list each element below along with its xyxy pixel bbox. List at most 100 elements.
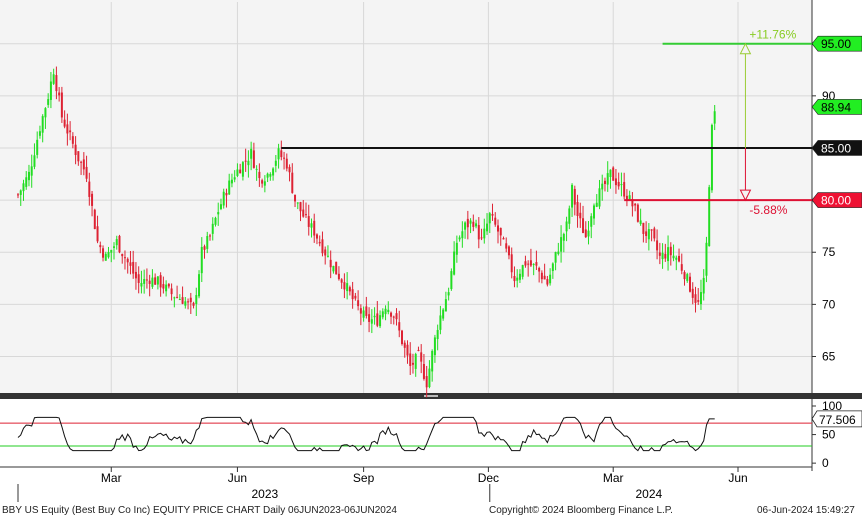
candle-body bbox=[165, 284, 168, 292]
y-tick-label: 75 bbox=[822, 245, 836, 259]
candle-body bbox=[667, 247, 670, 262]
price-panel-bg bbox=[0, 0, 812, 393]
candle-body bbox=[691, 288, 694, 298]
candle-body bbox=[453, 251, 456, 275]
x-year-label: 2024 bbox=[636, 487, 663, 501]
candle-body bbox=[189, 297, 192, 303]
candle-body bbox=[387, 309, 390, 313]
candle-body bbox=[225, 193, 228, 196]
candle-body bbox=[22, 183, 25, 192]
level-95-label: 95.00 bbox=[821, 37, 851, 51]
x-month-label: Jun bbox=[228, 471, 247, 485]
candle-body bbox=[206, 236, 209, 249]
candle-body bbox=[17, 194, 19, 196]
candle-body bbox=[653, 228, 656, 239]
candle-body bbox=[321, 239, 324, 254]
candle-body bbox=[211, 223, 214, 234]
candle-body bbox=[77, 151, 80, 162]
candle-body bbox=[192, 302, 195, 306]
candle-body bbox=[49, 81, 52, 100]
candle-body bbox=[228, 180, 231, 195]
x-month-label: Sep bbox=[353, 471, 375, 485]
candle-body bbox=[502, 238, 505, 240]
candle bbox=[450, 268, 453, 291]
candle-body bbox=[540, 272, 543, 280]
candle-body bbox=[612, 167, 615, 181]
candle-body bbox=[343, 282, 346, 290]
candle-body bbox=[565, 221, 568, 232]
candle-body bbox=[55, 75, 58, 92]
candle-body bbox=[442, 309, 445, 319]
candle-body bbox=[664, 253, 667, 259]
candle-body bbox=[121, 253, 124, 257]
candle-body bbox=[354, 295, 357, 299]
candle-body bbox=[159, 275, 162, 288]
candle-body bbox=[91, 193, 94, 206]
candle-body bbox=[617, 181, 620, 187]
candle-body bbox=[134, 271, 137, 279]
candle bbox=[93, 208, 96, 230]
candle-body bbox=[318, 241, 321, 244]
candle-body bbox=[200, 246, 203, 274]
candle-body bbox=[307, 216, 310, 227]
separator-handle bbox=[424, 395, 438, 397]
candle-body bbox=[543, 275, 546, 280]
candle-body bbox=[568, 208, 571, 224]
candle-body bbox=[582, 218, 585, 234]
candle-body bbox=[299, 202, 302, 212]
candle-body bbox=[340, 279, 343, 283]
candle-body bbox=[310, 223, 313, 228]
candle-body bbox=[669, 246, 672, 256]
candle-body bbox=[488, 213, 491, 224]
x-month-label: Dec bbox=[478, 471, 499, 485]
level-80-label: 80.00 bbox=[821, 194, 851, 208]
rsi-last-label: 77.506 bbox=[819, 413, 856, 427]
candle-body bbox=[483, 228, 486, 239]
candle bbox=[705, 236, 708, 283]
candle-body bbox=[422, 364, 425, 379]
candle-body bbox=[272, 168, 275, 176]
candle-body bbox=[263, 181, 266, 186]
candle-body bbox=[351, 289, 354, 300]
candle-body bbox=[636, 204, 639, 222]
candle-body bbox=[417, 349, 420, 351]
price-chart: 6570758085909595.0088.9485.0080.00+11.76… bbox=[0, 0, 862, 502]
candle-body bbox=[102, 248, 105, 258]
candle-body bbox=[283, 157, 286, 159]
candle-body bbox=[335, 261, 338, 275]
candle-body bbox=[642, 222, 645, 234]
candle-body bbox=[176, 296, 179, 298]
x-month-label: Mar bbox=[101, 471, 122, 485]
candle-body bbox=[123, 257, 126, 259]
candle-body bbox=[296, 202, 299, 204]
footer-title: BBY US Equity (Best Buy Co Inc) EQUITY P… bbox=[2, 505, 397, 516]
candle-body bbox=[379, 315, 382, 327]
candle-body bbox=[395, 313, 398, 320]
candle-body bbox=[247, 160, 250, 166]
level-85-label: 85.00 bbox=[821, 141, 851, 155]
candle-body bbox=[110, 249, 113, 253]
candle-body bbox=[255, 168, 258, 170]
candle-body bbox=[628, 195, 631, 200]
candle-body bbox=[80, 161, 83, 163]
candle bbox=[335, 261, 338, 275]
last-price-label: 88.94 bbox=[821, 100, 851, 114]
candle-body bbox=[104, 253, 107, 261]
candle-body bbox=[60, 92, 63, 118]
candle-body bbox=[329, 259, 332, 268]
candle-body bbox=[507, 246, 510, 256]
candle-body bbox=[181, 297, 184, 304]
candle-body bbox=[365, 306, 368, 316]
candle-body bbox=[198, 274, 201, 297]
candle-body bbox=[609, 169, 612, 178]
candle-body bbox=[576, 201, 579, 217]
candle-body bbox=[466, 218, 469, 228]
candle-body bbox=[252, 150, 255, 168]
candle-body bbox=[486, 223, 489, 232]
candle-body bbox=[672, 255, 675, 259]
candle-body bbox=[66, 124, 69, 134]
candle-body bbox=[587, 230, 590, 237]
candle-body bbox=[337, 273, 340, 280]
candle-body bbox=[420, 352, 423, 362]
candle-body bbox=[44, 108, 47, 118]
